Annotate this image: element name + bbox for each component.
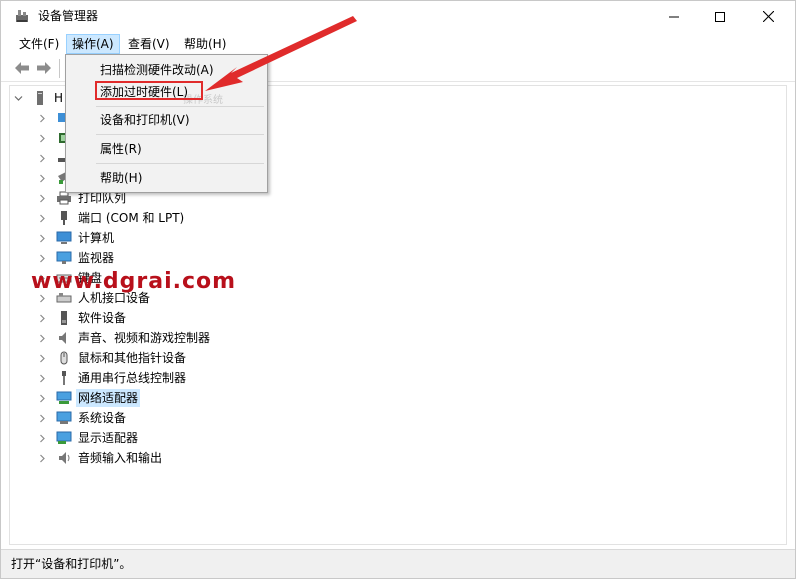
tree-item-label: 显示适配器 [78, 431, 139, 445]
tree-item-system-devices[interactable]: 系统设备 [10, 408, 128, 428]
usb-icon [62, 371, 66, 385]
menu-bar: 文件(F) 操作(A) 查看(V) 帮助(H) [1, 32, 795, 55]
tree-item-network-adapters[interactable]: 网络适配器 [10, 388, 141, 408]
audio-io-icon [59, 452, 70, 464]
tree-item-usb[interactable]: 通用串行总线控制器 [10, 368, 188, 388]
chevron-right-icon[interactable] [34, 308, 50, 328]
speaker-icon [59, 332, 66, 344]
computer-icon [56, 231, 72, 244]
menu-item-scan-hardware[interactable]: 扫描检测硬件改动(A) [68, 59, 265, 81]
chevron-right-icon[interactable] [34, 128, 50, 148]
tree-item-sound[interactable]: 声音、视频和游戏控制器 [10, 328, 212, 348]
tree-root[interactable]: H [10, 88, 65, 108]
chevron-right-icon[interactable] [34, 388, 50, 408]
close-icon [762, 11, 774, 22]
chevron-right-icon[interactable] [34, 328, 50, 348]
menu-item-properties[interactable]: 属性(R) [68, 138, 265, 160]
tree-item-mice[interactable]: 鼠标和其他指针设备 [10, 348, 188, 368]
forward-arrow-icon[interactable] [35, 60, 53, 76]
tree-item-label: 计算机 [78, 231, 115, 245]
tree-item-label: 监视器 [78, 251, 115, 265]
tree-item-label: 通用串行总线控制器 [78, 371, 187, 385]
menu-separator [96, 163, 264, 164]
title-bar[interactable]: 设备管理器 [1, 1, 795, 32]
minimize-button[interactable] [651, 1, 697, 32]
tree-item-label: 声音、视频和游戏控制器 [78, 331, 211, 345]
tree-item-computer[interactable]: 计算机 [10, 228, 116, 248]
system-device-icon [56, 411, 72, 424]
menu-action[interactable]: 操作(A) [66, 34, 120, 54]
mouse-icon [60, 351, 68, 365]
chevron-right-icon[interactable] [34, 188, 50, 208]
status-bar: 打开“设备和打印机”。 [1, 549, 795, 578]
tree-item-label: 网络适配器 [76, 389, 141, 407]
menu-view[interactable]: 查看(V) [123, 34, 175, 54]
display-adapter-icon [56, 431, 72, 444]
software-device-icon [61, 311, 67, 325]
tree-item-label: 系统设备 [78, 411, 127, 425]
tree-item-label: 软件设备 [78, 311, 127, 325]
network-adapter-icon [56, 391, 72, 404]
maximize-icon [715, 11, 725, 22]
chevron-right-icon[interactable] [34, 148, 50, 168]
port-icon [61, 211, 67, 225]
tree-item-display-adapters[interactable]: 显示适配器 [10, 428, 140, 448]
device-manager-app-icon [16, 10, 28, 22]
chevron-right-icon[interactable] [34, 408, 50, 428]
tree-item-label: 鼠标和其他指针设备 [78, 351, 187, 365]
chevron-right-icon[interactable] [34, 448, 50, 468]
menu-file[interactable]: 文件(F) [14, 34, 64, 54]
tree-item-ports[interactable]: 端口 (COM 和 LPT) [10, 208, 186, 228]
minimize-icon [669, 16, 679, 17]
back-arrow-icon[interactable] [13, 60, 31, 76]
chevron-right-icon[interactable] [34, 428, 50, 448]
chevron-right-icon[interactable] [34, 168, 50, 188]
chevron-right-icon[interactable] [34, 228, 50, 248]
device-manager-window: 设备管理器 文件(F) 操作(A) 查看(V) 帮助(H) H 打印队列 端口 … [0, 0, 796, 579]
watermark-text: www.dgrai.com [31, 269, 237, 294]
tree-item-label: 音频输入和输出 [78, 451, 163, 465]
monitor-icon [56, 251, 72, 264]
chevron-right-icon[interactable] [34, 348, 50, 368]
chevron-right-icon[interactable] [34, 248, 50, 268]
menu-item-help[interactable]: 帮助(H) [68, 167, 265, 189]
tree-item-audio-io[interactable]: 音频输入和输出 [10, 448, 164, 468]
maximize-button[interactable] [697, 1, 743, 32]
close-button[interactable] [745, 1, 791, 32]
status-text: 打开“设备和打印机”。 [11, 557, 132, 571]
chevron-right-icon[interactable] [34, 368, 50, 388]
action-dropdown-menu: 操作系统 扫描检测硬件改动(A) 添加过时硬件(L) 设备和打印机(V) 属性(… [65, 54, 268, 193]
tree-item-monitors[interactable]: 监视器 [10, 248, 116, 268]
chevron-right-icon[interactable] [34, 108, 50, 128]
chevron-right-icon[interactable] [34, 208, 50, 228]
menu-help[interactable]: 帮助(H) [179, 34, 231, 54]
computer-tower-icon [37, 91, 43, 105]
tree-item-label: 端口 (COM 和 LPT) [78, 211, 185, 225]
highlight-box [95, 81, 203, 100]
tree-item-software-devices[interactable]: 软件设备 [10, 308, 128, 328]
chevron-down-icon[interactable] [10, 88, 26, 108]
menu-item-devices-printers[interactable]: 设备和打印机(V) [68, 109, 265, 131]
menu-separator [96, 106, 264, 107]
window-title: 设备管理器 [38, 9, 99, 23]
tree-root-label: H [54, 91, 64, 105]
menu-separator [96, 134, 264, 135]
toolbar-separator [59, 59, 60, 78]
